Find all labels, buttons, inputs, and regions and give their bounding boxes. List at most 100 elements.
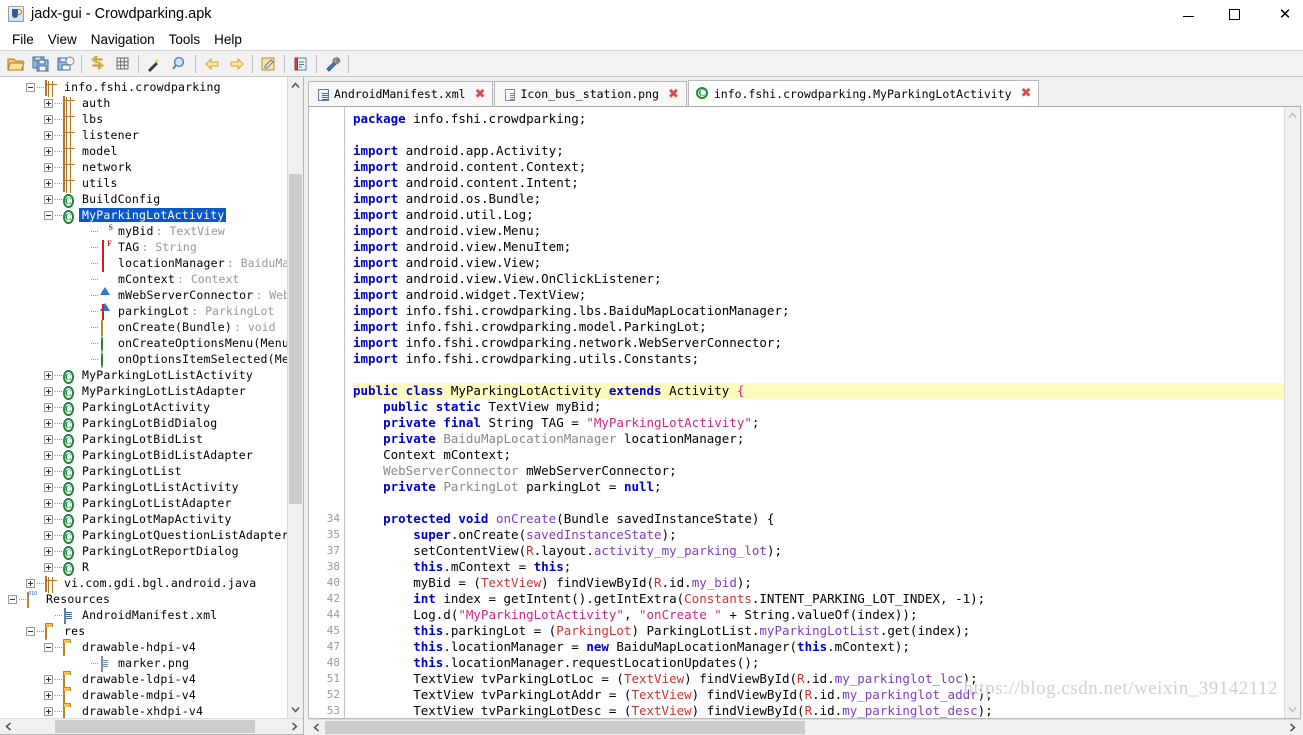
maximize-button[interactable]: [1211, 0, 1257, 28]
menu-navigation[interactable]: Navigation: [84, 31, 162, 48]
tree-node[interactable]: C BuildConfig: [0, 191, 287, 208]
tree-node[interactable]: marker.png: [0, 655, 287, 672]
tree-toggle-plus[interactable]: [44, 178, 53, 188]
tree-node[interactable]: parkingLot : ParkingLot: [0, 303, 287, 320]
tree-node[interactable]: onOptionsItemSelected(MenuItem): [0, 351, 287, 368]
log-viewer-button[interactable]: [256, 52, 281, 76]
tree-toggle-minus[interactable]: [26, 82, 35, 92]
tree-toggle-plus[interactable]: [44, 450, 53, 460]
tree-toggle-plus[interactable]: [44, 386, 53, 396]
tree-toggle-plus[interactable]: [44, 146, 53, 156]
tree-scroll-up-button[interactable]: [288, 77, 303, 94]
code-scroll-left-button[interactable]: [308, 720, 325, 735]
tree-node[interactable]: listener: [0, 127, 287, 144]
tree-node[interactable]: onCreate(Bundle) : void: [0, 319, 287, 336]
tree-toggle-minus[interactable]: [8, 594, 17, 604]
back-button[interactable]: [199, 52, 224, 76]
tree-node[interactable]: F TAG : String: [0, 239, 287, 256]
tree-toggle-plus[interactable]: [44, 130, 53, 140]
tree-node[interactable]: C ParkingLotBidDialog: [0, 415, 287, 432]
tree-node[interactable]: vi.com.gdi.bgl.android.java: [0, 575, 287, 592]
tree-node[interactable]: CR: [0, 559, 287, 576]
tree-node[interactable]: C ParkingLotListAdapter: [0, 495, 287, 512]
tree-toggle-plus[interactable]: [44, 482, 53, 492]
code-scroll-up-button[interactable]: [1285, 107, 1300, 124]
code-scroll-track[interactable]: [1285, 124, 1300, 701]
tree-toggle-plus[interactable]: [44, 706, 53, 716]
tree-node[interactable]: mWebServerConnector : WebServer: [0, 287, 287, 311]
preferences-button[interactable]: [288, 52, 313, 76]
tree-node[interactable]: C MyParkingLotListAdapter: [0, 383, 287, 400]
tree-toggle-plus[interactable]: [44, 194, 53, 204]
tree-node[interactable]: lbs: [0, 111, 287, 128]
tree-node[interactable]: Resources: [0, 591, 287, 608]
close-button[interactable]: ✕: [1257, 0, 1303, 28]
tree-toggle-plus[interactable]: [44, 370, 53, 380]
minimize-button[interactable]: [1165, 0, 1211, 28]
tree-scroll-left-button[interactable]: [0, 719, 17, 734]
tree-toggle-plus[interactable]: [44, 114, 53, 124]
source-code-view[interactable]: package info.fshi.crowdparking; import a…: [345, 107, 1284, 718]
tree-vertical-scrollbar[interactable]: [287, 77, 303, 718]
forward-button[interactable]: [224, 52, 249, 76]
tree-node[interactable]: drawable-mdpi-v4: [0, 687, 287, 704]
open-folder-button[interactable]: [3, 52, 28, 76]
tree-node[interactable]: C ParkingLotBidListAdapter: [0, 447, 287, 464]
code-scroll-down-button[interactable]: [1285, 701, 1300, 718]
code-hscroll-track[interactable]: [325, 720, 1284, 735]
tree-toggle-minus[interactable]: [44, 642, 53, 652]
flatten-package-button[interactable]: [110, 52, 135, 76]
editor-tab-close-icon[interactable]: ✖: [475, 88, 486, 101]
tree-toggle-plus[interactable]: [44, 434, 53, 444]
tree-node[interactable]: drawable-hdpi-v4: [0, 639, 287, 656]
tree-node[interactable]: AndroidManifest.xml: [0, 607, 287, 624]
tree-toggle-plus[interactable]: [44, 98, 53, 108]
tree-node[interactable]: info.fshi.crowdparking: [0, 79, 287, 96]
menu-help[interactable]: Help: [207, 31, 249, 48]
search-button[interactable]: [167, 52, 192, 76]
tree-node[interactable]: model: [0, 143, 287, 160]
tree-node[interactable]: locationManager : BaiduMapLocat: [0, 255, 287, 272]
sync-arrows-button[interactable]: [85, 52, 110, 76]
editor-tab-close-icon[interactable]: ✖: [1021, 87, 1032, 100]
deobfuscation-button[interactable]: [142, 52, 167, 76]
menu-view[interactable]: View: [41, 31, 84, 48]
tree-toggle-plus[interactable]: [44, 514, 53, 524]
tree-toggle-plus[interactable]: [44, 530, 53, 540]
tree-toggle-plus[interactable]: [44, 418, 53, 428]
tree-scroll-down-button[interactable]: [288, 701, 303, 718]
tree-node[interactable]: res: [0, 623, 287, 640]
tree-node[interactable]: C ParkingLotMapActivity: [0, 511, 287, 528]
tree-toggle-plus[interactable]: [44, 498, 53, 508]
tools-button[interactable]: [320, 52, 345, 76]
editor-tab[interactable]: AndroidManifest.xml ✖: [308, 81, 494, 106]
code-horizontal-scrollbar[interactable]: [308, 719, 1301, 735]
tree-node[interactable]: network: [0, 159, 287, 176]
menu-file[interactable]: File: [5, 31, 41, 48]
tree-toggle-minus[interactable]: [26, 626, 35, 636]
tree-node[interactable]: C ParkingLotListActivity: [0, 479, 287, 496]
tree-toggle-minus[interactable]: [44, 210, 53, 220]
code-vertical-scrollbar[interactable]: [1284, 107, 1300, 718]
tree-hscroll-track[interactable]: [17, 719, 286, 734]
save-all-button[interactable]: [28, 52, 53, 76]
editor-tab-bar[interactable]: AndroidManifest.xml ✖ Icon_bus_station.png…: [308, 80, 1301, 107]
tree-scroll-thumb[interactable]: [289, 174, 302, 504]
tree-node[interactable]: C ParkingLotActivity: [0, 399, 287, 416]
tree-node[interactable]: C ParkingLotBidList: [0, 431, 287, 448]
tree-toggle-plus[interactable]: [44, 562, 53, 572]
tree-node[interactable]: utils: [0, 175, 287, 192]
tree-node[interactable]: drawable-xhdpi-v4: [0, 703, 287, 718]
code-hscroll-thumb[interactable]: [325, 721, 805, 734]
editor-tab[interactable]: Icon_bus_station.png ✖: [494, 81, 687, 106]
export-gradle-button[interactable]: [53, 52, 78, 76]
tree-toggle-plus[interactable]: [44, 402, 53, 412]
tree-toggle-plus[interactable]: [26, 578, 35, 588]
tree-scroll-track[interactable]: [288, 94, 303, 701]
editor-tab[interactable]: Cinfo.fshi.crowdparking.MyParkingLotActi…: [687, 80, 1040, 106]
tree-toggle-plus[interactable]: [44, 546, 53, 556]
tree-node[interactable]: drawable-ldpi-v4: [0, 671, 287, 688]
tree-node[interactable]: C ParkingLotReportDialog: [0, 543, 287, 560]
tree-node[interactable]: auth: [0, 95, 287, 112]
tree-node[interactable]: mContext : Context: [0, 271, 287, 295]
